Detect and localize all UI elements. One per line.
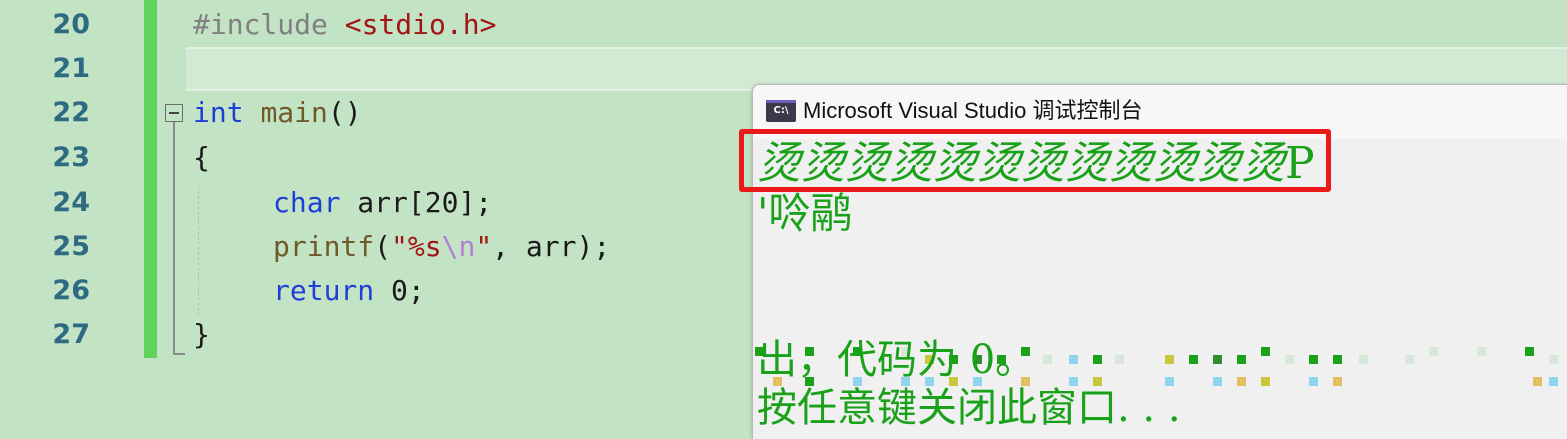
artifact-pixel — [1093, 355, 1102, 364]
line-number: 21 — [52, 53, 90, 84]
artifact-pixel — [1261, 347, 1270, 356]
close-brace: } — [193, 318, 210, 351]
artifact-pixel — [1333, 377, 1342, 386]
keyword: char — [273, 186, 341, 219]
include-header: <stdio.h> — [344, 8, 497, 41]
change-tracking-bar — [144, 0, 157, 358]
code-line-24[interactable]: char arr[20]; — [273, 181, 492, 225]
artifact-pixel — [1165, 355, 1174, 364]
string-literal: " — [475, 230, 493, 263]
artifact-pixel — [1237, 355, 1246, 364]
keyword: return — [273, 274, 375, 307]
artifact-pixel — [1043, 355, 1052, 364]
exit-code-line: 出，代码为 0。 — [757, 337, 1036, 383]
open-brace: { — [193, 141, 210, 174]
artifact-pixel — [1189, 355, 1198, 364]
code-line-22[interactable]: int main() — [193, 91, 362, 135]
console-app-icon: C:\ — [766, 100, 796, 122]
artifact-pixel — [1429, 347, 1438, 356]
artifact-pixel — [1405, 355, 1414, 364]
press-any-key-line: 按任意键关闭此窗口. . . — [757, 385, 1181, 431]
artifact-pixel — [1359, 355, 1368, 364]
line-number: 25 — [52, 231, 90, 262]
artifact-pixel — [1333, 355, 1342, 364]
artifact-pixel — [1069, 355, 1078, 364]
code-text: 0; — [374, 274, 425, 307]
line-number: 22 — [52, 97, 90, 128]
code-text: () — [327, 96, 362, 129]
output-line-2: '唥鹝 — [757, 189, 853, 238]
line-number-gutter: 20 21 22 23 24 25 26 27 — [0, 0, 140, 438]
code-text: ( — [374, 230, 392, 263]
string-literal: "%s — [391, 230, 442, 263]
function-name: printf — [273, 230, 375, 263]
indent-guide — [198, 186, 199, 316]
artifact-pixel — [1549, 377, 1558, 386]
code-text: , arr); — [492, 230, 611, 263]
escape-sequence: \n — [441, 230, 476, 263]
artifact-pixel — [1261, 377, 1270, 386]
artifact-pixel — [1285, 355, 1294, 364]
artifact-pixel — [1309, 355, 1318, 364]
code-line-27[interactable]: } — [193, 313, 210, 357]
line-number: 26 — [52, 275, 90, 306]
console-title: Microsoft Visual Studio 调试控制台 — [803, 98, 1143, 123]
code-text: arr[20]; — [340, 186, 493, 219]
artifact-pixel — [1549, 355, 1558, 364]
function-name: main — [260, 96, 328, 129]
code-line-20[interactable]: #include <stdio.h> — [193, 3, 496, 47]
fold-guide-end — [173, 353, 185, 355]
preprocessor-directive: #include — [193, 8, 328, 41]
code-line-25[interactable]: printf("%s\n", arr); — [273, 225, 610, 269]
fold-guide-line — [173, 122, 175, 354]
garbage-highlight-box — [739, 129, 1331, 192]
artifact-pixel — [1213, 355, 1222, 364]
artifact-pixel — [1237, 377, 1246, 386]
code-line-26[interactable]: return 0; — [273, 269, 425, 313]
artifact-pixel — [1525, 347, 1534, 356]
line-number: 27 — [52, 319, 90, 350]
keyword: int — [193, 96, 244, 129]
artifact-pixel — [1115, 355, 1124, 364]
code-line-23[interactable]: { — [193, 136, 210, 180]
line-number: 23 — [52, 142, 90, 173]
artifact-pixel — [1213, 377, 1222, 386]
artifact-pixel — [1309, 377, 1318, 386]
line-number: 20 — [52, 9, 90, 40]
artifact-pixel — [1533, 377, 1542, 386]
artifact-pixel — [1477, 347, 1486, 356]
line-number: 24 — [52, 187, 90, 218]
collapse-minus-icon[interactable] — [165, 104, 183, 122]
